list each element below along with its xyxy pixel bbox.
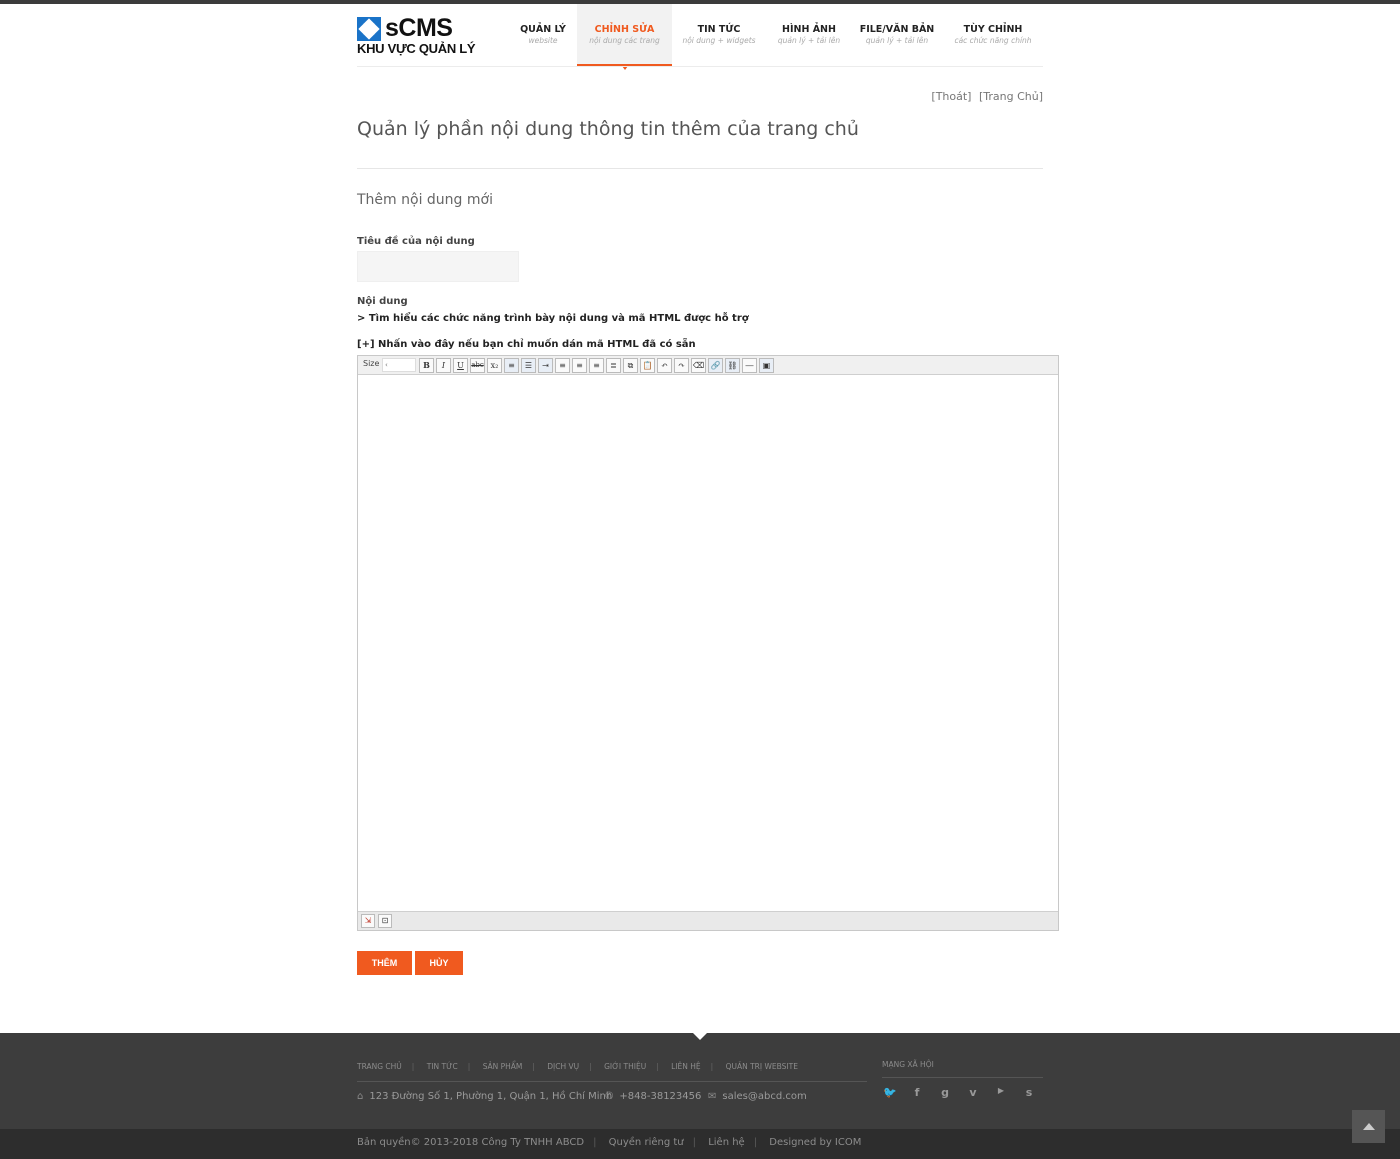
footer-phone: ✆ +848-38123456 (605, 1091, 701, 1102)
add-button[interactable]: THÊM (357, 951, 412, 975)
footer-nav-item[interactable]: LIÊN HỆ (671, 1062, 701, 1071)
privacy-link[interactable]: Quyền riêng tư (609, 1137, 684, 1148)
help-link[interactable]: > Tìm hiểu các chức năng trình bày nội d… (357, 313, 749, 324)
arrow-up-icon (1363, 1123, 1375, 1130)
phone-text: +848-38123456 (619, 1091, 702, 1102)
footer-nav: TRANG CHỦ | TIN TỨC | SẢN PHẨM | DỊCH VỤ | G… (357, 1062, 798, 1071)
phone-icon: ✆ (605, 1091, 614, 1102)
nav-label: HÌNH ẢNH (782, 24, 836, 35)
nav-sublabel: quản lý + tải lên (865, 36, 929, 45)
copyright-text: Bản quyền© 2013-2018 Công Ty TNHH ABCD (357, 1137, 585, 1148)
indent-icon[interactable]: ⇥ (538, 358, 553, 373)
subscript-icon[interactable]: x₂ (487, 358, 502, 373)
skype-icon[interactable]: s (1021, 1086, 1037, 1100)
font-size-select[interactable]: ‹ (382, 358, 416, 372)
page-title: Quản lý phần nội dung thông tin thêm của… (357, 118, 859, 140)
footer-nav-item[interactable]: QUẢN TRỊ WEBSITE (726, 1062, 798, 1071)
nav-chinh-sua[interactable]: CHỈNH SỬA nội dung các trang (577, 4, 672, 70)
insert-link-icon[interactable]: 🔗 (708, 358, 723, 373)
resize-icon[interactable]: ⇲ (361, 914, 375, 928)
footer-email: ✉ sales@abcd.com (708, 1091, 807, 1102)
logo-mark-icon (357, 17, 381, 41)
nav-quan-ly[interactable]: QUẢN LÝ website (508, 4, 578, 66)
footer-nav-item[interactable]: SẢN PHẨM (483, 1062, 523, 1071)
facebook-icon[interactable]: f (909, 1086, 925, 1100)
align-center-icon[interactable]: ≡ (572, 358, 587, 373)
nav-tuy-chinh[interactable]: TÙY CHỈNH các chức năng chính (948, 4, 1038, 66)
designed-by: Designed by ICOM (769, 1137, 862, 1148)
editor-statusbar: ⇲ ⊡ (358, 911, 1058, 930)
footer-nav-item[interactable]: GIỚI THIỆU (604, 1062, 646, 1071)
copyright-bar: Bản quyền© 2013-2018 Công Ty TNHH ABCD | … (357, 1137, 862, 1148)
nav-sublabel: website (528, 36, 558, 45)
vimeo-icon[interactable]: v (965, 1086, 981, 1100)
title-divider (357, 168, 1043, 169)
twitter-icon[interactable]: 🐦 (882, 1086, 898, 1100)
footer-nav-item[interactable]: TIN TỨC (427, 1062, 458, 1071)
footer-nav-item[interactable]: DỊCH VỤ (547, 1062, 579, 1071)
paste-html-link[interactable]: [+] Nhấn vào đây nếu bạn chỉ muốn dán mã… (357, 339, 696, 350)
nav-label: FILE/VĂN BẢN (859, 24, 935, 35)
strikethrough-icon[interactable]: abc (470, 358, 485, 373)
social-divider (882, 1077, 1043, 1078)
title-label: Tiêu đề của nội dung (357, 236, 475, 247)
nav-label: TÙY CHỈNH (963, 24, 1023, 35)
unlink-icon[interactable]: ⛓ (725, 358, 740, 373)
logout-link[interactable]: [Thoát] (931, 90, 971, 103)
paste-icon[interactable]: 📋 (640, 358, 655, 373)
ordered-list-icon[interactable]: ≡ (504, 358, 519, 373)
footer-address: ⌂ 123 Đường Số 1, Phường 1, Quận 1, Hồ Ch… (357, 1091, 612, 1102)
contact-link[interactable]: Liên hệ (708, 1137, 745, 1148)
size-label: Size (363, 359, 380, 368)
copy-icon[interactable]: ⧉ (623, 358, 638, 373)
email-text[interactable]: sales@abcd.com (722, 1091, 806, 1102)
header-divider (357, 66, 1043, 67)
nav-file-van-ban[interactable]: FILE/VĂN BẢN quản lý + tải lên (856, 4, 938, 66)
content-label: Nội dung (357, 296, 408, 307)
nav-sublabel: nội dung + widgets (682, 36, 756, 45)
editor-content-area[interactable] (358, 375, 1058, 912)
nav-label: QUẢN LÝ (520, 24, 566, 35)
horizontal-rule-icon[interactable]: ― (742, 358, 757, 373)
home-icon: ⌂ (357, 1091, 364, 1102)
top-links: [Thoát] [Trang Chủ] (927, 90, 1043, 103)
logo-brand: sCMS (385, 14, 453, 42)
nav-hinh-anh[interactable]: HÌNH ẢNH quản lý + tải lên (770, 4, 848, 66)
logo[interactable]: sCMS KHU VỰC QUẢN LÝ (357, 14, 476, 59)
nav-tin-tuc[interactable]: TIN TỨC nội dung + widgets (678, 4, 760, 66)
cancel-button[interactable]: HỦY (415, 951, 463, 975)
justify-icon[interactable]: ≣ (606, 358, 621, 373)
nav-label: CHỈNH SỬA (594, 24, 655, 35)
eraser-icon[interactable]: ⌫ (691, 358, 706, 373)
nav-sublabel: quản lý + tải lên (777, 36, 841, 45)
nav-sublabel: các chức năng chính (954, 36, 1032, 45)
google-icon[interactable]: g (937, 1086, 953, 1100)
mail-icon: ✉ (708, 1091, 717, 1102)
nav-sublabel: nội dung các trang (589, 36, 660, 45)
undo-icon[interactable]: ↶ (657, 358, 672, 373)
nav-label: TIN TỨC (697, 24, 741, 35)
bold-icon[interactable]: B (419, 358, 434, 373)
social-title: MẠNG XÃ HỘI (882, 1060, 934, 1069)
editor-toolbar: Size ‹ B I U abc x₂ ≡ ☰ ⇥ ≡ ≡ ≡ ≣ ⧉ 📋 ↶ … (358, 356, 1058, 375)
section-title: Thêm nội dung mới (357, 192, 493, 208)
footer-notch-icon (693, 1033, 707, 1040)
footer-divider (357, 1081, 867, 1082)
rich-text-editor: Size ‹ B I U abc x₂ ≡ ☰ ⇥ ≡ ≡ ≡ ≣ ⧉ 📋 ↶ … (357, 355, 1059, 931)
logo-subtitle: KHU VỰC QUẢN LÝ (357, 41, 476, 56)
title-input[interactable] (357, 251, 519, 282)
footer-nav-item[interactable]: TRANG CHỦ (357, 1062, 402, 1071)
align-left-icon[interactable]: ≡ (555, 358, 570, 373)
unordered-list-icon[interactable]: ☰ (521, 358, 536, 373)
youtube-icon[interactable]: ▶ (993, 1086, 1009, 1100)
insert-image-icon[interactable]: ▣ (759, 358, 774, 373)
address-text: 123 Đường Số 1, Phường 1, Quận 1, Hồ Chí… (369, 1091, 613, 1102)
align-right-icon[interactable]: ≡ (589, 358, 604, 373)
underline-icon[interactable]: U (453, 358, 468, 373)
redo-icon[interactable]: ↷ (674, 358, 689, 373)
back-to-top-button[interactable] (1352, 1110, 1385, 1143)
italic-icon[interactable]: I (436, 358, 451, 373)
home-link[interactable]: [Trang Chủ] (979, 90, 1043, 103)
source-view-icon[interactable]: ⊡ (378, 914, 392, 928)
